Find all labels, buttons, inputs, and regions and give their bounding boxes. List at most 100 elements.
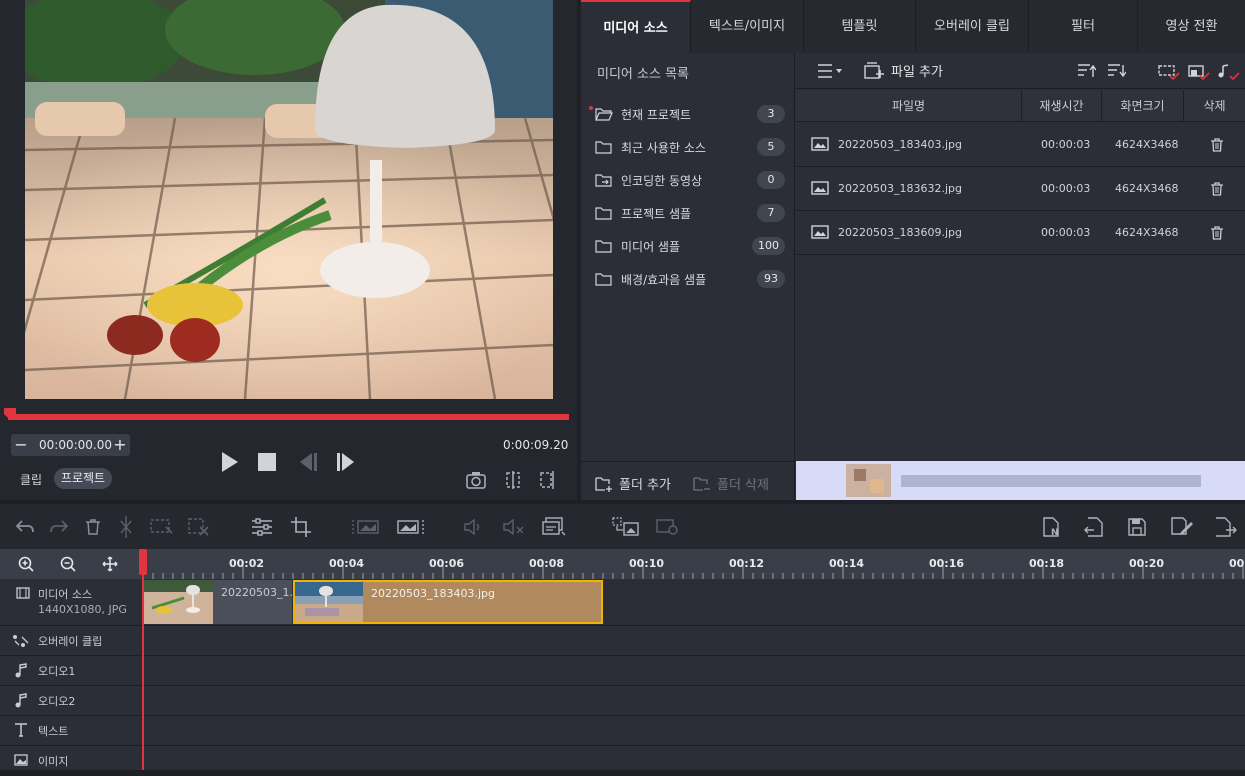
audio1-track[interactable] xyxy=(144,656,1245,686)
filter-audio-icon[interactable] xyxy=(1218,64,1240,80)
seek-bar[interactable] xyxy=(8,414,569,420)
preview-panel: − 00:00:00.00 + 0:00:09.20 클립 프로젝트 xyxy=(0,0,577,500)
prev-frame-icon[interactable] xyxy=(296,452,318,472)
timeline-clip-selected[interactable]: 20220503_183403.jpg xyxy=(293,580,603,624)
split-left-icon[interactable] xyxy=(504,471,522,489)
camera-icon[interactable] xyxy=(466,471,486,489)
file-row[interactable]: 20220503_183403.jpg 00:00:03 4624X3468 xyxy=(796,123,1245,167)
zoom-in-icon[interactable] xyxy=(18,556,34,572)
sort-up-icon[interactable] xyxy=(1078,64,1096,78)
add-file-button[interactable]: 파일 추가 xyxy=(864,61,943,80)
tab-transition[interactable]: 영상 전환 xyxy=(1138,0,1245,53)
sort-down-icon[interactable] xyxy=(1108,64,1126,78)
next-frame-icon[interactable] xyxy=(336,452,358,472)
track-headers: 미디어 소스 1440X1080, JPG 오버레이 클립 오디오1 오디오2 … xyxy=(0,579,143,776)
stop-icon[interactable] xyxy=(258,453,276,471)
playhead-handle[interactable] xyxy=(139,549,147,575)
adjust-icon[interactable] xyxy=(252,518,272,536)
ruler-tick-label: 00:14 xyxy=(829,557,865,570)
col-duration[interactable]: 재생시간 xyxy=(1022,90,1102,122)
trash-icon[interactable] xyxy=(1211,138,1223,152)
split-right-icon[interactable] xyxy=(540,471,558,489)
audio2-track[interactable] xyxy=(144,686,1245,716)
track-header-overlay[interactable]: 오버레이 클립 xyxy=(0,626,143,656)
open-project-icon[interactable] xyxy=(1082,517,1104,537)
track-header-image[interactable]: 이미지 xyxy=(0,746,143,776)
playhead-line[interactable] xyxy=(142,552,144,770)
redo-icon[interactable] xyxy=(50,520,68,534)
mute-icon[interactable] xyxy=(503,519,525,535)
ad-banner[interactable] xyxy=(796,461,1245,500)
timeline-ruler[interactable]: 00:02 00:04 00:06 00:08 00:10 00:12 00:1… xyxy=(0,549,1245,579)
zoom-out-icon[interactable] xyxy=(60,556,76,572)
image-trim-right-icon[interactable] xyxy=(397,519,425,535)
select-range-icon[interactable] xyxy=(150,519,174,535)
cut-icon[interactable] xyxy=(118,516,134,538)
preview-image-icon[interactable] xyxy=(656,519,680,535)
text-track[interactable] xyxy=(144,716,1245,746)
trash-icon[interactable] xyxy=(1211,226,1223,240)
music-note-icon xyxy=(15,663,27,678)
tab-template[interactable]: 템플릿 xyxy=(804,0,916,53)
delete-folder-button[interactable]: 폴더 삭제 xyxy=(693,474,769,493)
clip-thumbnail xyxy=(144,580,213,624)
ruler-tick-label: 00:02 xyxy=(229,557,265,570)
folder-item[interactable]: 현재 프로젝트 3 xyxy=(595,102,785,126)
volume-icon[interactable] xyxy=(464,519,484,535)
file-row[interactable]: 20220503_183632.jpg 00:00:03 4624X3468 xyxy=(796,167,1245,211)
track-header-audio2[interactable]: 오디오2 xyxy=(0,686,143,716)
insert-image-icon[interactable] xyxy=(612,517,640,537)
file-row[interactable]: 20220503_183609.jpg 00:00:03 4624X3468 xyxy=(796,211,1245,255)
folder-item[interactable]: 인코딩한 동영상 0 xyxy=(595,168,785,192)
ruler-tick-label: 00:08 xyxy=(529,557,565,570)
tab-filter[interactable]: 필터 xyxy=(1029,0,1138,53)
add-folder-button[interactable]: 폴더 추가 xyxy=(595,474,671,493)
clip-label: 20220503_1... xyxy=(221,586,300,599)
clip-mode-label[interactable]: 클립 xyxy=(20,471,42,488)
tab-overlay-clip[interactable]: 오버레이 클립 xyxy=(916,0,1029,53)
file-name: 20220503_183403.jpg xyxy=(838,138,962,151)
tab-media-source[interactable]: 미디어 소스 xyxy=(581,0,691,53)
timeline-clip[interactable]: 20220503_1... xyxy=(144,580,300,624)
folder-item[interactable]: 최근 사용한 소스 5 xyxy=(595,135,785,159)
col-filename[interactable]: 파일명 xyxy=(796,90,1022,122)
image-track[interactable] xyxy=(144,746,1245,776)
time-decrement-button[interactable]: − xyxy=(11,434,31,456)
file-size: 4624X3468 xyxy=(1115,138,1179,151)
tab-text-image[interactable]: 텍스트/이미지 xyxy=(691,0,804,53)
seek-handle[interactable] xyxy=(4,408,16,420)
folder-item[interactable]: 미디어 샘플 100 xyxy=(595,234,785,258)
play-icon[interactable] xyxy=(220,451,240,473)
export-icon[interactable] xyxy=(1215,517,1237,537)
col-delete: 삭제 xyxy=(1203,99,1226,113)
current-time-field[interactable]: 00:00:00.00 xyxy=(39,438,112,452)
col-resolution[interactable]: 화면크기 xyxy=(1102,90,1184,122)
new-project-icon[interactable]: N xyxy=(1043,517,1063,537)
track-header-audio1[interactable]: 오디오1 xyxy=(0,656,143,686)
time-increment-button[interactable]: + xyxy=(110,434,130,456)
undo-icon[interactable] xyxy=(16,520,34,534)
track-header-text[interactable]: 텍스트 xyxy=(0,716,143,746)
media-track[interactable]: 20220503_1... 20220503_183403.jpg xyxy=(144,579,1245,626)
track-header-media[interactable]: 미디어 소스 1440X1080, JPG xyxy=(0,579,143,626)
filter-video-icon[interactable] xyxy=(1158,64,1180,80)
folder-item[interactable]: 배경/효과음 샘플 93 xyxy=(595,267,785,291)
filter-image-icon[interactable] xyxy=(1188,64,1210,80)
ruler-tick-label: 00:2 xyxy=(1229,557,1245,570)
overlay-track[interactable] xyxy=(144,626,1245,656)
save-as-icon[interactable] xyxy=(1171,517,1193,537)
folder-count: 0 xyxy=(757,171,785,189)
folder-item[interactable]: 프로젝트 샘플 7 xyxy=(595,201,785,225)
project-mode-toggle[interactable]: 프로젝트 xyxy=(54,468,112,489)
remove-range-icon[interactable] xyxy=(188,518,210,536)
subtitle-icon[interactable] xyxy=(542,517,566,537)
save-icon[interactable] xyxy=(1128,518,1146,536)
fit-timeline-icon[interactable] xyxy=(102,556,118,572)
delete-icon[interactable] xyxy=(86,519,100,535)
view-menu-icon[interactable] xyxy=(818,64,844,78)
ruler-tick-label: 00:12 xyxy=(729,557,765,570)
crop-icon[interactable] xyxy=(291,517,311,537)
trash-icon[interactable] xyxy=(1211,182,1223,196)
folder-label: 배경/효과음 샘플 xyxy=(621,273,707,287)
image-trim-left-icon[interactable] xyxy=(352,519,380,535)
